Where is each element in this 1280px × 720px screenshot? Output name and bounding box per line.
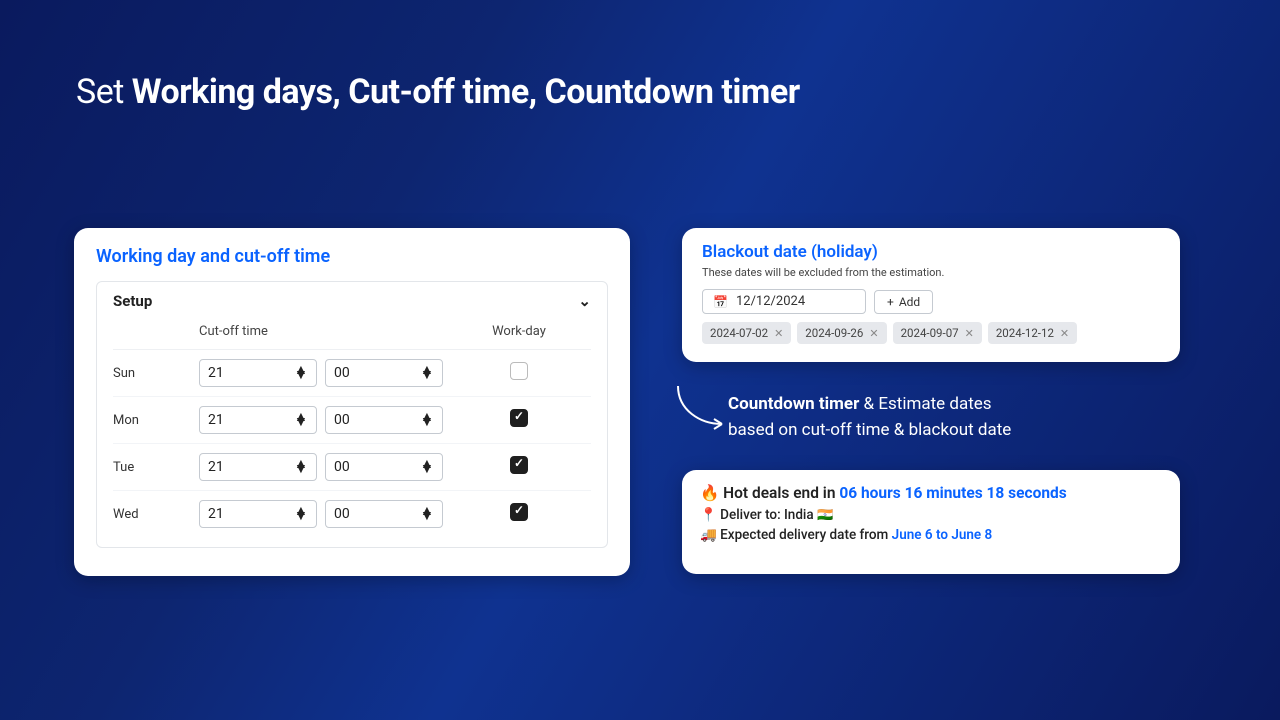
pin-icon: 📍 (700, 507, 717, 523)
stepper-arrows-icon: ▲▼ (420, 509, 434, 519)
stepper-arrows-icon: ▲▼ (294, 415, 308, 425)
working-day-card: Working day and cut-off time Setup ⌄ Cut… (74, 228, 630, 576)
add-blackout-button[interactable]: + Add (874, 290, 933, 314)
deals-card: 🔥 Hot deals end in 06 hours 16 minutes 1… (682, 470, 1180, 574)
day-row: Tue21▲▼ 00▲▼ (113, 444, 591, 491)
stepper-arrows-icon: ▲▼ (420, 415, 434, 425)
annotation-text: Countdown timer & Estimate dates based o… (728, 392, 1128, 443)
minute-stepper[interactable]: 00▲▼ (325, 500, 443, 528)
chip-remove-icon[interactable]: ✕ (774, 327, 783, 340)
stepper-arrows-icon: ▲▼ (294, 462, 308, 472)
workday-cell (459, 362, 579, 384)
cutoff-time-inputs: 21▲▼ 00▲▼ (199, 500, 459, 528)
hour-stepper[interactable]: 21▲▼ (199, 359, 317, 387)
chip-label: 2024-09-26 (805, 326, 863, 340)
deliver-to-line: 📍 Deliver to: India 🇮🇳 (700, 507, 1162, 523)
chevron-down-icon: ⌄ (578, 292, 591, 310)
hour-stepper[interactable]: 21▲▼ (199, 453, 317, 481)
blackout-card: Blackout date (holiday) These dates will… (682, 228, 1180, 362)
workday-checkbox[interactable] (510, 362, 528, 380)
workday-cell (459, 503, 579, 525)
page-title: Set Working days, Cut-off time, Countdow… (76, 72, 800, 112)
stepper-arrows-icon: ▲▼ (294, 509, 308, 519)
chip-remove-icon[interactable]: ✕ (869, 327, 878, 340)
setup-header[interactable]: Setup ⌄ (113, 292, 591, 318)
blackout-chip: 2024-07-02 ✕ (702, 322, 791, 344)
col-workday-header: Work-day (459, 324, 579, 339)
chip-label: 2024-07-02 (710, 326, 768, 340)
blackout-subtitle: These dates will be excluded from the es… (702, 266, 1160, 279)
day-label: Tue (113, 460, 199, 475)
day-label: Sun (113, 366, 199, 381)
minute-stepper[interactable]: 00▲▼ (325, 359, 443, 387)
truck-icon: 🚚 (700, 527, 717, 543)
stepper-arrows-icon: ▲▼ (294, 368, 308, 378)
plus-icon: + (887, 295, 894, 309)
working-card-title: Working day and cut-off time (96, 246, 608, 267)
cutoff-time-inputs: 21▲▼ 00▲▼ (199, 359, 459, 387)
workday-cell (459, 409, 579, 431)
hour-stepper[interactable]: 21▲▼ (199, 406, 317, 434)
chip-remove-icon[interactable]: ✕ (965, 327, 974, 340)
setup-label: Setup (113, 292, 152, 310)
fire-icon: 🔥 (700, 484, 719, 502)
blackout-date-input[interactable]: 📅 12/12/2024 (702, 289, 866, 314)
blackout-chip: 2024-12-12 ✕ (988, 322, 1077, 344)
chip-remove-icon[interactable]: ✕ (1060, 327, 1069, 340)
blackout-chip-row: 2024-07-02✕2024-09-26✕2024-09-07✕2024-12… (702, 322, 1160, 344)
stepper-arrows-icon: ▲▼ (420, 462, 434, 472)
workday-checkbox[interactable] (510, 409, 528, 427)
blackout-chip: 2024-09-07 ✕ (893, 322, 982, 344)
cutoff-time-inputs: 21▲▼ 00▲▼ (199, 453, 459, 481)
calendar-icon: 📅 (713, 295, 728, 309)
blackout-chip: 2024-09-26 ✕ (797, 322, 886, 344)
expected-delivery-line: 🚚 Expected delivery date from June 6 to … (700, 527, 1162, 543)
day-row: Mon21▲▼ 00▲▼ (113, 397, 591, 444)
day-row: Wed21▲▼ 00▲▼ (113, 491, 591, 537)
day-label: Wed (113, 507, 199, 522)
blackout-input-row: 📅 12/12/2024 + Add (702, 289, 1160, 314)
workday-checkbox[interactable] (510, 503, 528, 521)
hot-deals-line: 🔥 Hot deals end in 06 hours 16 minutes 1… (700, 484, 1162, 502)
col-cutoff-header: Cut-off time (199, 324, 459, 339)
workday-cell (459, 456, 579, 478)
annotation-arrow-icon (672, 380, 732, 436)
cutoff-time-inputs: 21▲▼ 00▲▼ (199, 406, 459, 434)
minute-stepper[interactable]: 00▲▼ (325, 406, 443, 434)
expected-date-range: June 6 to June 8 (892, 527, 993, 543)
blackout-date-value: 12/12/2024 (736, 294, 805, 309)
column-headers: Cut-off time Work-day (113, 318, 591, 350)
add-label: Add (899, 295, 920, 309)
workday-checkbox[interactable] (510, 456, 528, 474)
stepper-arrows-icon: ▲▼ (420, 368, 434, 378)
flag-icon: 🇮🇳 (817, 508, 833, 523)
setup-panel: Setup ⌄ Cut-off time Work-day Sun21▲▼00▲… (96, 281, 608, 548)
minute-stepper[interactable]: 00▲▼ (325, 453, 443, 481)
hour-stepper[interactable]: 21▲▼ (199, 500, 317, 528)
chip-label: 2024-12-12 (996, 326, 1054, 340)
day-row: Sun21▲▼ 00▲▼ (113, 350, 591, 397)
blackout-title: Blackout date (holiday) (702, 242, 1160, 262)
chip-label: 2024-09-07 (901, 326, 959, 340)
day-label: Mon (113, 413, 199, 428)
countdown-value: 06 hours 16 minutes 18 seconds (839, 484, 1066, 502)
